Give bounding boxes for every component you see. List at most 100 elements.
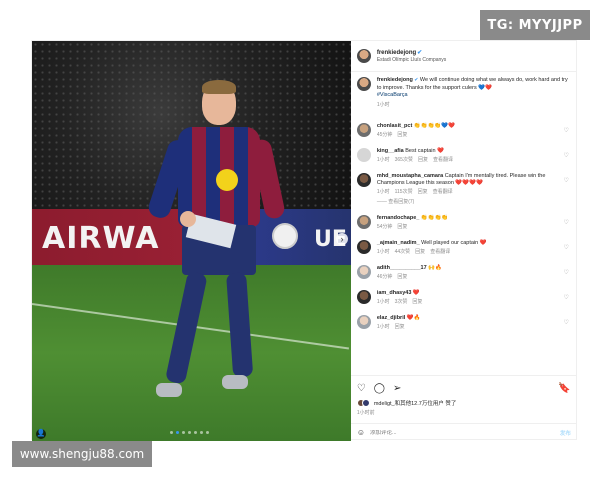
comment-like-icon[interactable]: ♡ [563, 152, 568, 159]
caption-hashtag[interactable]: #ViscaBarça [377, 92, 571, 100]
comment-like-icon[interactable]: ♡ [563, 244, 568, 251]
comment-avatar[interactable] [356, 215, 371, 229]
comment-likes[interactable]: 44次赞 [395, 249, 411, 256]
comment-likes[interactable]: 115次赞 [395, 189, 413, 196]
comment-avatar[interactable] [356, 315, 371, 329]
bookmark-icon[interactable]: 🔖 [558, 383, 570, 394]
author-name[interactable]: frenkiedejong [377, 50, 416, 56]
reply-button[interactable]: 回复 [418, 189, 428, 196]
post-location[interactable]: Estadi Olímpic Lluís Companys [377, 57, 446, 63]
author-avatar[interactable] [356, 49, 371, 63]
post-side-panel: frenkiedejong✔ Estadi Olímpic Lluís Comp… [350, 41, 577, 441]
comment-username[interactable]: king__afia [377, 148, 404, 154]
comment-text: Well played our captain ❤️ [421, 240, 487, 246]
comment-time: 1小时 [376, 189, 390, 195]
comment-avatar[interactable] [356, 290, 371, 304]
comment-text: Best captain ❤️ [405, 148, 444, 154]
carousel-dot [200, 431, 203, 434]
likes-text: mdeligt_和其他12.7万位用户 赞了 [373, 401, 457, 407]
champions-league-logo [272, 223, 298, 249]
post-comment-button[interactable]: 发布 [560, 429, 571, 437]
player-figure [142, 80, 287, 413]
comment-text: 👏👏👏👏 [420, 215, 449, 221]
caption-avatar[interactable] [356, 77, 371, 91]
comment-input[interactable] [370, 429, 550, 436]
comment-composer: ☺ 发布 [350, 423, 577, 441]
comment-avatar[interactable] [356, 123, 371, 137]
tagged-user-icon[interactable]: 👤 [36, 429, 46, 439]
comment-like-icon[interactable]: ♡ [563, 127, 568, 134]
comment-item: elaz_djibril ❤️🔥 1小时 回复 ♡ [356, 315, 571, 331]
comment-username[interactable]: fernandochape_ [377, 215, 419, 221]
comment-meta: 54分钟 回复 [377, 224, 553, 231]
comment-meta: 1小时 回复 [377, 324, 553, 331]
comment-like-icon[interactable]: ♡ [563, 319, 568, 326]
comment-username[interactable]: elaz_djibril [377, 315, 405, 321]
comment-time: 46分钟 [376, 274, 393, 280]
comment-item: chonlasit_pct 👏👏👏👏💙❤️ 45分钟 回复 ♡ [356, 123, 571, 139]
verified-badge-icon: ✔ [417, 50, 423, 56]
comment-likes[interactable]: 3次赞 [395, 299, 408, 306]
comment-username[interactable]: chonlasit_pct [377, 123, 412, 129]
comment-time: 54分钟 [376, 224, 393, 230]
comment-username[interactable]: adith__________17 [377, 265, 427, 271]
comment-item: mhd_moustapha_camara Captain I'm mentall… [356, 173, 571, 206]
translate-button[interactable]: 查看翻译 [433, 157, 453, 164]
comment-meta: 1小时 3次赞 回复 [377, 299, 553, 306]
caption-username[interactable]: frenkiedejong [377, 77, 413, 83]
emoji-icon[interactable]: ☺ [357, 428, 365, 437]
carousel-dot [206, 431, 209, 434]
comment-username[interactable]: iam_dhasy43 [377, 290, 412, 296]
reply-button[interactable]: 回复 [397, 132, 407, 139]
comment-like-icon[interactable]: ♡ [563, 219, 568, 226]
translate-button[interactable]: 查看翻译 [430, 249, 450, 256]
reply-button[interactable]: 回复 [418, 157, 428, 164]
reply-button[interactable]: 回复 [415, 249, 425, 256]
reply-button[interactable]: 回复 [397, 224, 407, 231]
likes-time: 1小时前 [356, 410, 375, 416]
comment-item: iam_dhasy43 ❤️ 1小时 3次赞 回复 ♡ [356, 290, 571, 306]
comment-meta: 45分钟 回复 [377, 132, 553, 139]
reply-button[interactable]: 回复 [412, 299, 422, 306]
comment-meta: 1小时 365次赞 回复 查看翻译 [377, 157, 553, 164]
comment-text: ❤️ [412, 290, 420, 296]
comment-like-icon[interactable]: ♡ [563, 177, 568, 184]
carousel-dot [170, 431, 173, 434]
paper-plane-icon[interactable]: ➢ [393, 383, 401, 394]
comment-time: 1小时 [376, 157, 390, 163]
comment-username[interactable]: _ajmain_nadim_ [377, 240, 420, 246]
post-caption: frenkiedejong ✔ We will continue doing w… [356, 77, 571, 109]
instagram-post: AIRWA UE › 👤 frenkiedejong✔ Estadi Olímp… [31, 40, 577, 441]
likes-summary[interactable]: mdeligt_和其他12.7万位用户 赞了 [356, 399, 571, 407]
comment-like-icon[interactable]: ♡ [563, 269, 568, 276]
comment-item: king__afia Best captain ❤️ 1小时 365次赞 回复 查看翻… [356, 148, 571, 164]
heart-outline-icon[interactable]: ♡ [357, 383, 366, 394]
comment-avatar[interactable] [356, 265, 371, 279]
comment-time: 1小时 [376, 324, 390, 330]
likes-avatars [356, 399, 370, 407]
comment-text: ❤️🔥 [406, 315, 421, 321]
comment-like-icon[interactable]: ♡ [563, 294, 568, 301]
comment-username[interactable]: mhd_moustapha_camara [377, 173, 443, 179]
view-replies-button[interactable]: —— 查看回复(7) [377, 199, 553, 206]
verified-badge-icon: ✔ [412, 77, 420, 83]
comment-text: 🙌🔥 [428, 265, 442, 271]
carousel-dot [182, 431, 185, 434]
reply-button[interactable]: 回复 [395, 324, 405, 331]
comment-likes[interactable]: 365次赞 [395, 157, 413, 164]
comment-item: _ajmain_nadim_ Well played our captain ❤… [356, 240, 571, 256]
translate-button[interactable]: 查看翻译 [433, 189, 453, 196]
author-username[interactable]: frenkiedejong✔ [377, 49, 446, 56]
next-photo-arrow-icon[interactable]: › [336, 233, 348, 245]
comment-avatar[interactable] [356, 173, 371, 187]
comment-bubble-icon[interactable]: ◯ [374, 383, 385, 394]
post-photo[interactable]: AIRWA UE › 👤 [32, 41, 351, 441]
comment-meta: 1小时 115次赞 回复 查看翻译 [377, 189, 553, 196]
post-header: frenkiedejong✔ Estadi Olímpic Lluís Comp… [356, 43, 571, 69]
carousel-dot [188, 431, 191, 434]
carousel-dots [170, 431, 209, 434]
comment-avatar[interactable] [356, 240, 371, 254]
comment-avatar[interactable] [356, 148, 371, 162]
comment-time: 1小时 [376, 299, 390, 305]
reply-button[interactable]: 回复 [397, 274, 407, 281]
